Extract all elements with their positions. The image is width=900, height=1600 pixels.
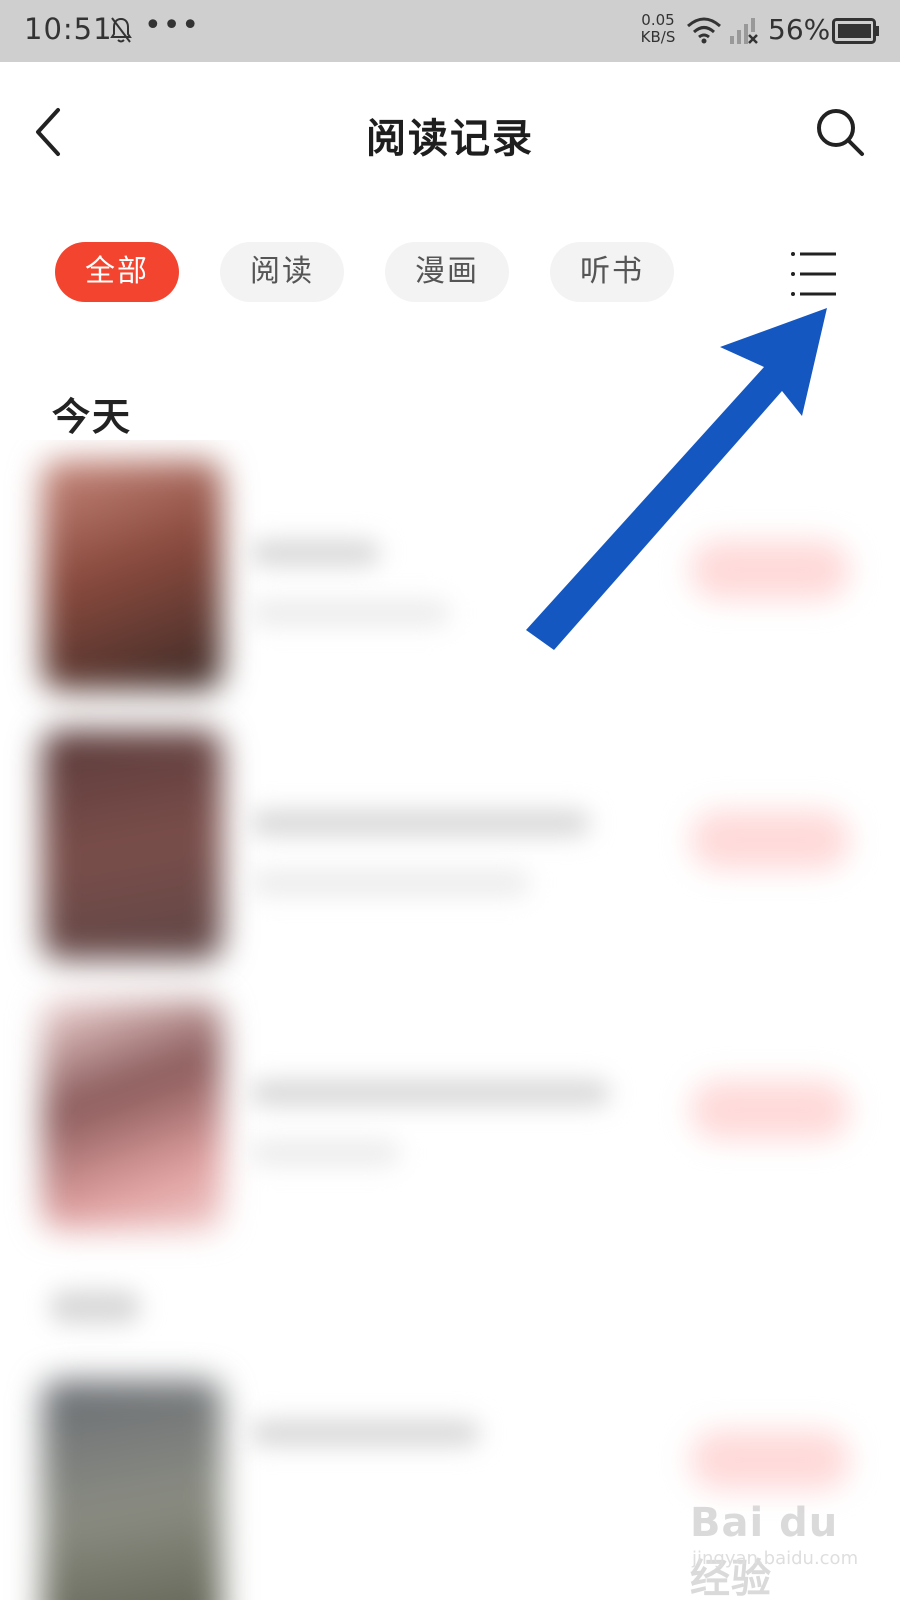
- top-app-bar: 阅读记录: [0, 62, 900, 202]
- title-placeholder: [250, 810, 590, 836]
- continue-button[interactable]: [690, 1430, 850, 1490]
- title-placeholder: [250, 1420, 480, 1446]
- filter-tabs: 全部 阅读 漫画 听书: [0, 242, 900, 304]
- subtitle-placeholder: [250, 1140, 400, 1166]
- section-title-today: 今天: [52, 394, 133, 439]
- list-item[interactable]: [0, 980, 900, 1240]
- baidu-jingyan-watermark: Bai du 经验 jingyan.baidu.com: [690, 1500, 880, 1600]
- section-title-earlier: [50, 1290, 140, 1324]
- battery-percent: 56%: [768, 13, 831, 46]
- book-cover: [42, 1000, 222, 1230]
- book-cover: [42, 730, 222, 960]
- page-title: 阅读记录: [366, 115, 534, 162]
- net-speed-unit: KB/S: [640, 28, 676, 46]
- continue-button[interactable]: [690, 810, 850, 870]
- annotation-arrow-icon: [526, 308, 827, 650]
- tab-comics[interactable]: 漫画: [385, 242, 509, 302]
- book-cover: [42, 1380, 222, 1600]
- net-speed: 0.05 KB/S: [636, 12, 680, 46]
- title-placeholder: [250, 540, 380, 566]
- signal-icon: [730, 18, 758, 44]
- tab-reading[interactable]: 阅读: [220, 242, 344, 302]
- battery-icon: [832, 18, 879, 44]
- search-icon[interactable]: [810, 102, 870, 162]
- book-cover: [42, 460, 222, 690]
- list-item[interactable]: [0, 710, 900, 970]
- tab-audiobooks[interactable]: 听书: [550, 242, 674, 302]
- subtitle-placeholder: [250, 870, 530, 896]
- tab-all[interactable]: 全部: [55, 242, 179, 302]
- subtitle-placeholder: [250, 600, 450, 626]
- continue-button[interactable]: [690, 1080, 850, 1140]
- status-bar: 10:51 ••• 0.05 KB/S 56%: [0, 0, 900, 62]
- status-time: 10:51: [24, 12, 113, 46]
- wifi-icon: [687, 17, 721, 44]
- net-speed-value: 0.05: [641, 11, 675, 29]
- bell-off-icon: [110, 17, 132, 43]
- title-placeholder: [250, 1080, 610, 1106]
- list-menu-icon[interactable]: [790, 250, 838, 298]
- status-more-dots: •••: [144, 8, 201, 43]
- watermark-url: jingyan.baidu.com: [692, 1548, 859, 1569]
